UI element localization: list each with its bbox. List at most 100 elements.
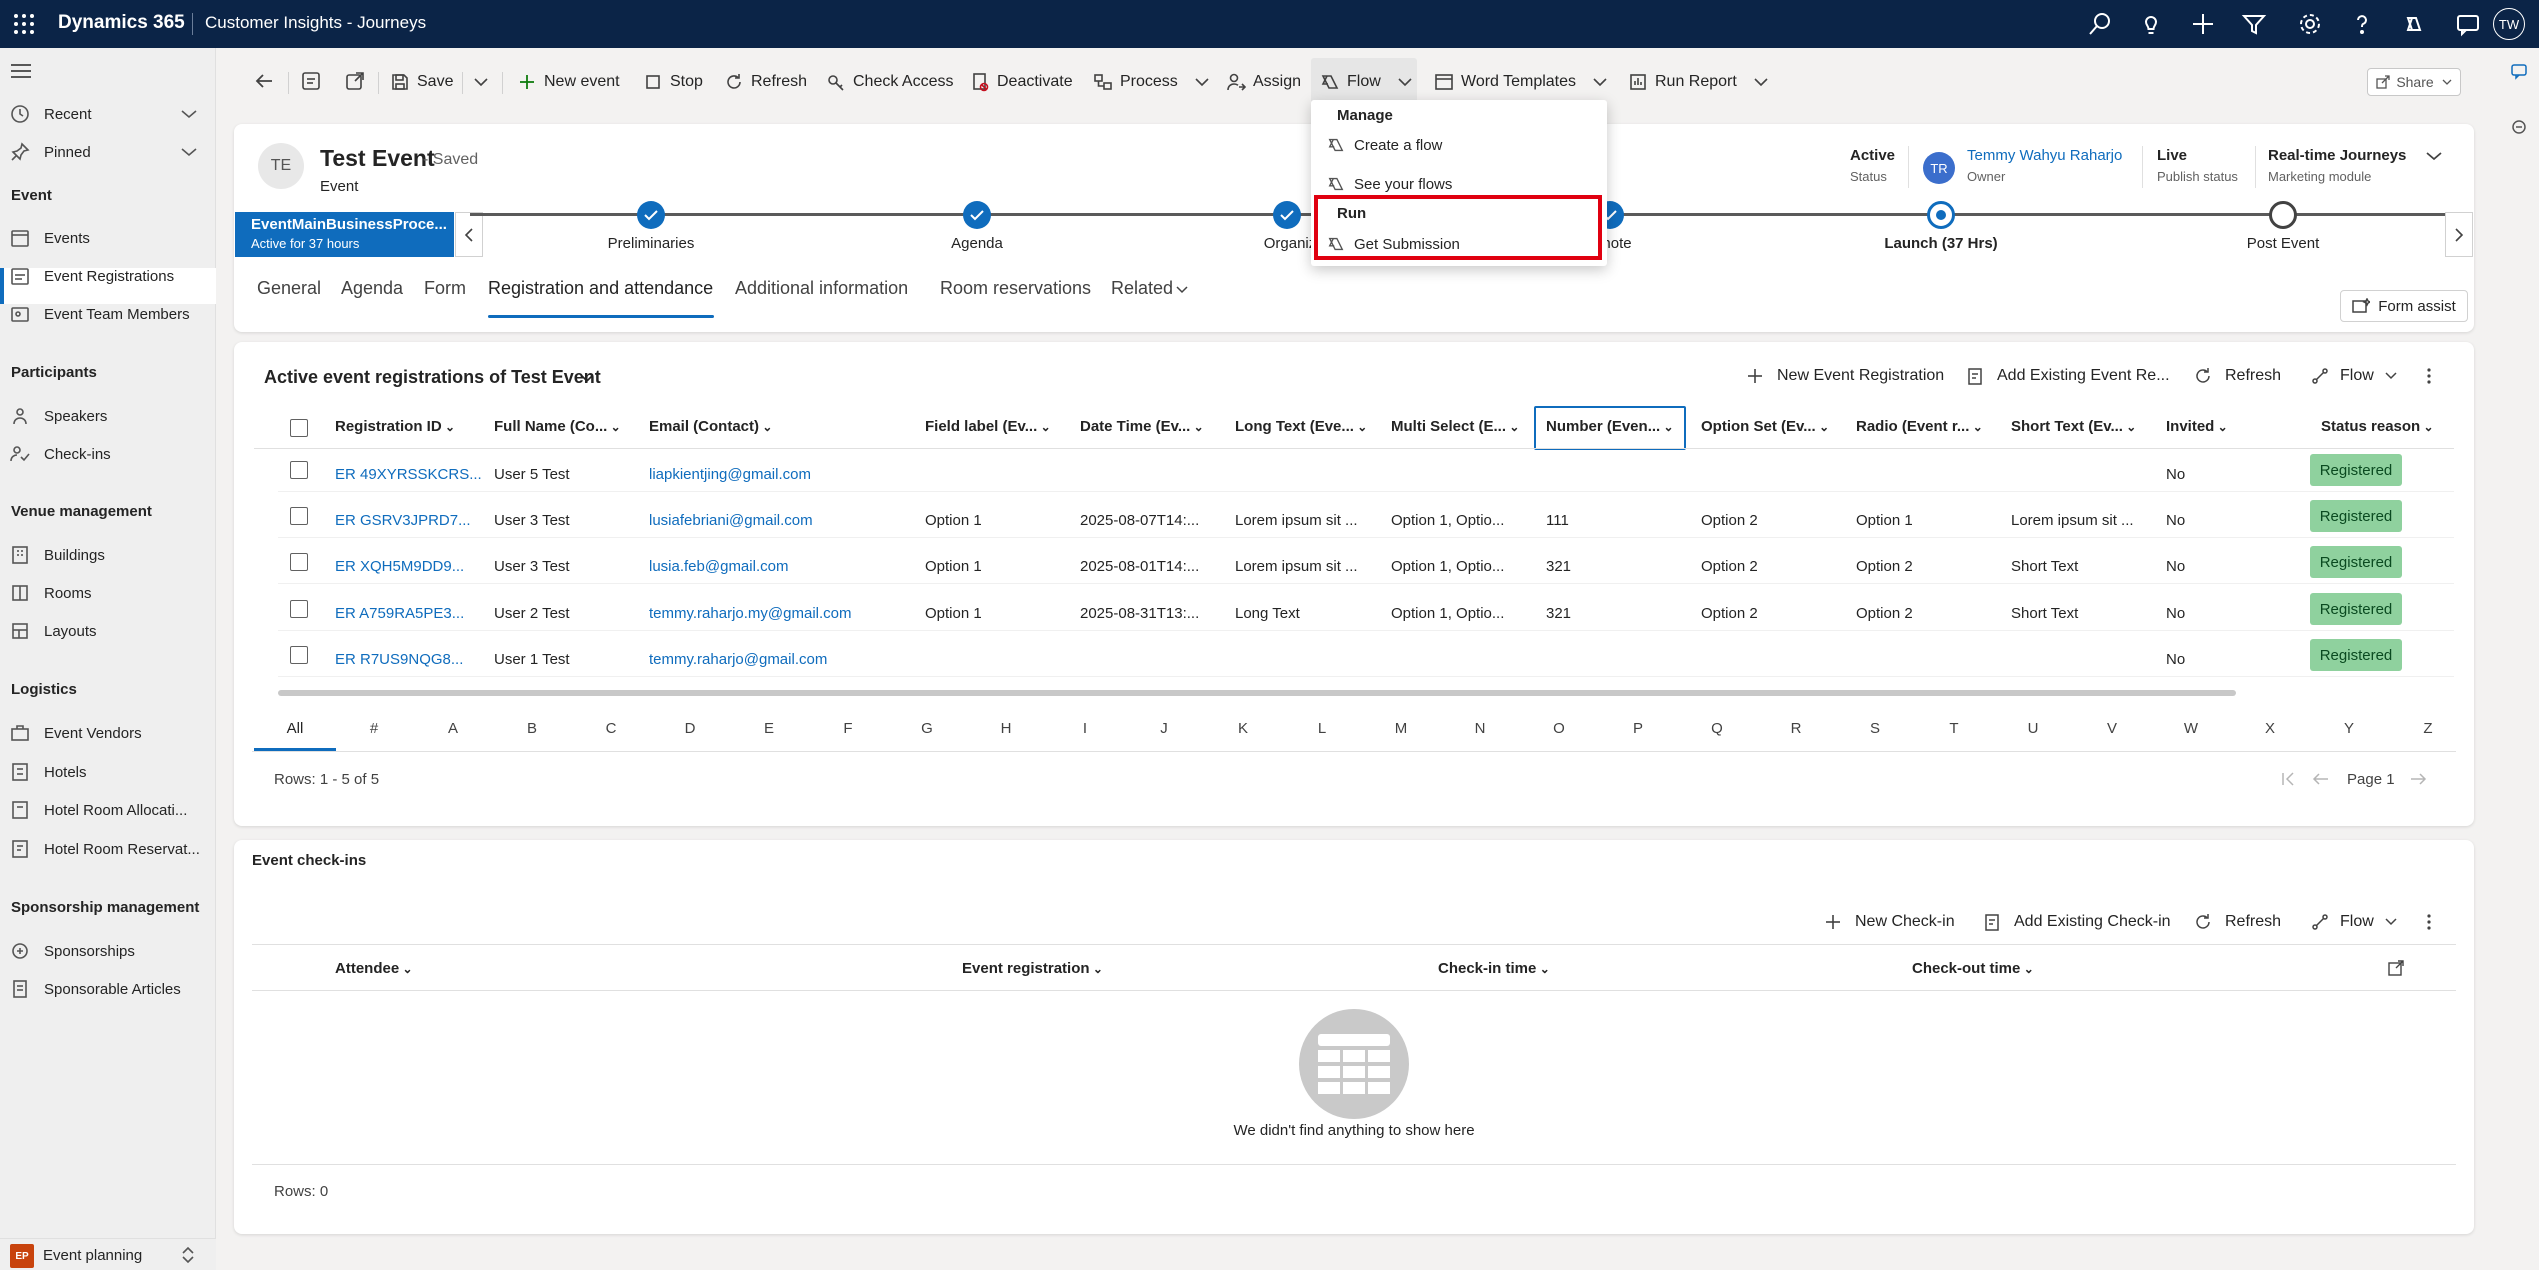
chat-icon[interactable] xyxy=(2454,10,2482,38)
alphabet-filter-m[interactable]: M xyxy=(1395,720,1408,737)
first-page-icon[interactable] xyxy=(2280,770,2296,788)
alphabet-filter-s[interactable]: S xyxy=(1870,720,1880,737)
stage-complete-icon[interactable] xyxy=(1273,201,1301,229)
column-header-invited[interactable]: Invited ⌄ xyxy=(2166,418,2228,435)
stage-preliminaries[interactable]: Preliminaries xyxy=(608,235,695,252)
word-templates-button[interactable]: Word Templates xyxy=(1434,58,1608,106)
subgrid-refresh-button[interactable]: Refresh xyxy=(2193,361,2281,391)
form-assist-button[interactable]: Form assist xyxy=(2340,290,2468,322)
stop-button[interactable]: Stop xyxy=(643,58,703,106)
chevron-updown-icon[interactable] xyxy=(180,1245,196,1265)
stage-agenda[interactable]: Agenda xyxy=(951,235,1003,252)
column-header-email-contact[interactable]: Email (Contact) ⌄ xyxy=(649,418,772,435)
tab-general[interactable]: General xyxy=(257,278,321,299)
alphabet-filter-all[interactable]: All xyxy=(287,720,304,737)
chevron-down-icon[interactable] xyxy=(1175,284,1189,296)
column-header-status-reason[interactable]: Status reason ⌄ xyxy=(2321,418,2434,435)
next-page-icon[interactable] xyxy=(2409,770,2427,788)
registration-id-link[interactable]: ER A759RA5PE3... xyxy=(335,605,464,622)
flow-button[interactable]: Flow xyxy=(1320,58,1413,106)
alphabet-filter-w[interactable]: W xyxy=(2184,720,2198,737)
open-grid-icon[interactable] xyxy=(2388,960,2404,976)
column-header-registration-id[interactable]: Registration ID ⌄ xyxy=(335,418,455,435)
email-link[interactable]: temmy.raharjo.my@gmail.com xyxy=(649,605,852,622)
row-checkbox[interactable] xyxy=(290,600,308,618)
alphabet-filter-x[interactable]: X xyxy=(2265,720,2275,737)
refresh-button[interactable]: Refresh xyxy=(724,58,807,106)
bpf-active-process[interactable]: EventMainBusinessProce... Active for 37 … xyxy=(235,212,454,257)
column-header-field-label-ev[interactable]: Field label (Ev... ⌄ xyxy=(925,418,1051,435)
registration-id-link[interactable]: ER 49XYRSSKCRS... xyxy=(335,466,482,483)
filter-icon[interactable] xyxy=(2240,10,2268,38)
column-header-short-text-ev[interactable]: Short Text (Ev... ⌄ xyxy=(2011,418,2136,435)
bpf-next-button[interactable] xyxy=(2445,212,2473,257)
stage-launch[interactable]: Launch (37 Hrs) xyxy=(1884,235,1997,252)
sidebar-item-sponsorable-articles[interactable]: Sponsorable Articles xyxy=(10,975,181,1003)
select-all-checkbox[interactable] xyxy=(290,419,308,437)
column-header-long-text-eve[interactable]: Long Text (Eve... ⌄ xyxy=(1235,418,1367,435)
alphabet-filter-z[interactable]: Z xyxy=(2423,720,2432,737)
sidebar-item-speakers[interactable]: Speakers xyxy=(10,402,107,430)
column-header-full-name-co[interactable]: Full Name (Co... ⌄ xyxy=(494,418,621,435)
bpf-prev-button[interactable] xyxy=(455,212,483,257)
add-existing-check-in-button[interactable]: Add Existing Check-in xyxy=(1982,907,2171,937)
alphabet-filter-k[interactable]: K xyxy=(1238,720,1248,737)
tab-form[interactable]: Form xyxy=(424,278,466,299)
settings-icon[interactable] xyxy=(2296,10,2324,38)
tab-related[interactable]: Related xyxy=(1111,278,1173,299)
open-new-window-icon[interactable] xyxy=(344,70,366,92)
chevron-down-icon[interactable] xyxy=(180,106,198,122)
subgrid-flow-button[interactable]: Flow xyxy=(2310,361,2398,391)
sidebar-item-event-team-members[interactable]: Event Team Members xyxy=(10,300,190,328)
alphabet-filter-hash[interactable]: # xyxy=(370,720,378,737)
sidebar-item-sponsorships[interactable]: Sponsorships xyxy=(10,937,135,965)
column-header-event-registration[interactable]: Event registration ⌄ xyxy=(962,960,1103,977)
alphabet-filter-r[interactable]: R xyxy=(1791,720,1802,737)
deactivate-button[interactable]: Deactivate xyxy=(970,58,1073,106)
copilot-icon[interactable] xyxy=(2400,10,2428,38)
back-arrow-icon[interactable] xyxy=(253,70,275,92)
chevron-down-icon[interactable] xyxy=(180,144,198,160)
add-existing-registration-button[interactable]: Add Existing Event Re... xyxy=(1965,361,2170,391)
column-header-attendee[interactable]: Attendee ⌄ xyxy=(335,960,413,977)
assign-button[interactable]: Assign xyxy=(1226,58,1301,106)
lightbulb-icon[interactable] xyxy=(2137,10,2165,38)
sidebar-item-event-registrations[interactable]: Event Registrations xyxy=(10,262,174,290)
see-your-flows-menu-item[interactable]: See your flows xyxy=(1327,172,1452,196)
checkins-flow-button[interactable]: Flow xyxy=(2310,907,2398,937)
new-check-in-button[interactable]: New Check-in xyxy=(1823,907,1955,937)
alphabet-filter-d[interactable]: D xyxy=(685,720,696,737)
help-icon[interactable] xyxy=(2348,10,2376,38)
checkins-refresh-button[interactable]: Refresh xyxy=(2193,907,2281,937)
alphabet-filter-a[interactable]: A xyxy=(448,720,458,737)
tab-registration-and-attendance[interactable]: Registration and attendance xyxy=(488,278,713,299)
owner-link[interactable]: Temmy Wahyu Raharjo xyxy=(1967,147,2122,164)
sidebar-item-check-ins[interactable]: Check-ins xyxy=(10,440,111,468)
column-header-check-out-time[interactable]: Check-out time ⌄ xyxy=(1912,960,2034,977)
stage-complete-icon[interactable] xyxy=(637,201,665,229)
column-header-check-in-time[interactable]: Check-in time ⌄ xyxy=(1438,960,1550,977)
registration-id-link[interactable]: ER R7US9NQG8... xyxy=(335,651,463,668)
alphabet-filter-i[interactable]: I xyxy=(1083,720,1087,737)
new-event-button[interactable]: New event xyxy=(517,58,620,106)
alphabet-filter-j[interactable]: J xyxy=(1160,720,1168,737)
stage-pending-icon[interactable] xyxy=(2269,201,2297,229)
form-view-icon[interactable] xyxy=(300,70,322,92)
row-checkbox[interactable] xyxy=(290,507,308,525)
create-a-flow-menu-item[interactable]: Create a flow xyxy=(1327,133,1442,157)
alphabet-filter-p[interactable]: P xyxy=(1633,720,1643,737)
brand-name[interactable]: Dynamics 365 xyxy=(58,12,185,34)
alphabet-filter-c[interactable]: C xyxy=(606,720,617,737)
alphabet-filter-g[interactable]: G xyxy=(921,720,933,737)
column-header-radio-event-r[interactable]: Radio (Event r... ⌄ xyxy=(1856,418,1983,435)
sidebar-item-hotels[interactable]: Hotels xyxy=(10,758,87,786)
registration-id-link[interactable]: ER GSRV3JPRD7... xyxy=(335,512,471,529)
new-event-registration-button[interactable]: New Event Registration xyxy=(1745,361,1944,391)
share-button[interactable]: Share xyxy=(2367,68,2461,96)
alphabet-filter-o[interactable]: O xyxy=(1553,720,1565,737)
row-checkbox[interactable] xyxy=(290,646,308,664)
stage-post-event[interactable]: Post Event xyxy=(2247,235,2320,252)
process-button[interactable]: Process xyxy=(1093,58,1210,106)
chevron-down-icon[interactable] xyxy=(580,373,594,385)
email-link[interactable]: temmy.raharjo@gmail.com xyxy=(649,651,827,668)
